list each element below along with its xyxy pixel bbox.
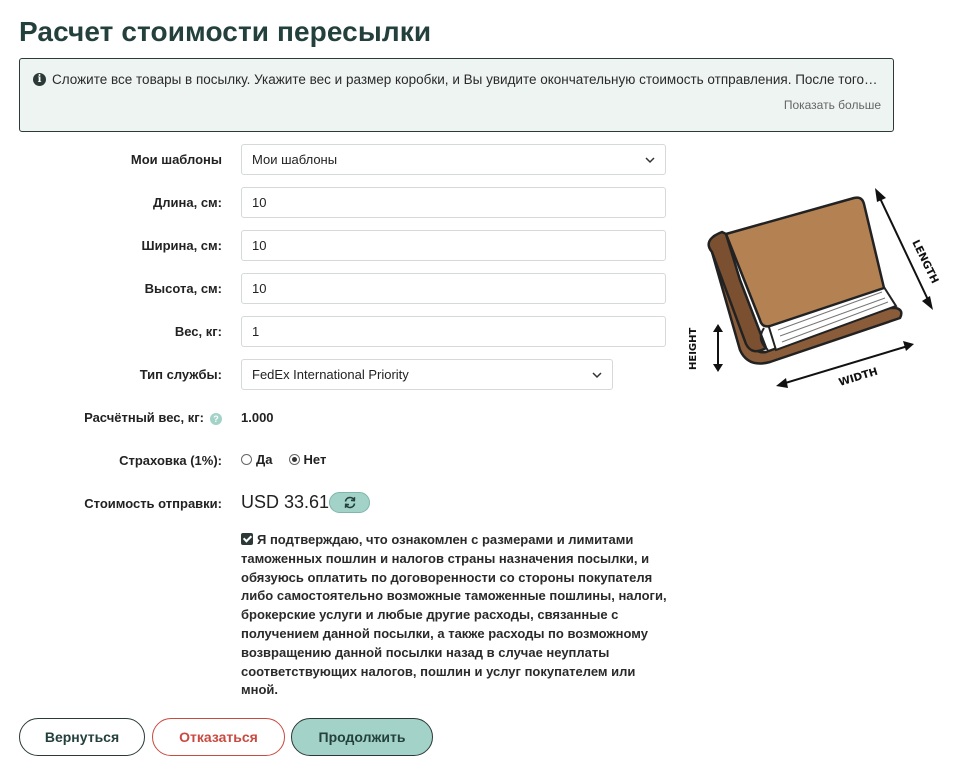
templates-label: Мои шаблоны: [130, 152, 222, 167]
cancel-button[interactable]: Отказаться: [152, 718, 285, 756]
calc-weight-label-text: Расчётный вес, кг:: [84, 410, 204, 425]
templates-select[interactable]: Мои шаблоны: [241, 144, 666, 175]
templates-select-value: Мои шаблоны: [252, 152, 338, 167]
info-icon: i: [33, 73, 46, 86]
back-button[interactable]: Вернуться: [19, 718, 145, 756]
calc-weight-label: Расчётный вес, кг:?: [18, 410, 222, 425]
calc-weight-value: 1.000: [241, 410, 274, 425]
refresh-button[interactable]: [329, 492, 371, 513]
service-select-value: FedEx International Priority: [252, 367, 409, 382]
width-input[interactable]: 10: [241, 230, 666, 261]
show-more-link[interactable]: Показать больше: [784, 98, 881, 112]
service-label: Тип службы:: [139, 367, 222, 382]
height-label: Высота, см:: [144, 281, 222, 296]
length-input[interactable]: 10: [241, 187, 666, 218]
service-select[interactable]: FedEx International Priority: [241, 359, 613, 390]
weight-input[interactable]: 1: [241, 316, 666, 347]
cost-value: USD 33.61: [241, 492, 330, 512]
continue-button[interactable]: Продолжить: [291, 718, 433, 756]
height-input[interactable]: 10: [241, 273, 666, 304]
confirm-block: Я подтверждаю, что ознакомлен с размерам…: [241, 531, 671, 700]
length-label: Длина, см:: [153, 195, 222, 210]
width-axis-label: WIDTH: [837, 366, 879, 389]
weight-label: Вес, кг:: [174, 324, 222, 339]
refresh-icon: [344, 496, 355, 509]
insurance-no-radio[interactable]: [288, 454, 300, 465]
confirm-text[interactable]: Я подтверждаю, что ознакомлен с размерам…: [241, 532, 667, 697]
length-axis-label: LENGTH: [909, 238, 940, 286]
height-axis-label: HEIGHT: [688, 328, 699, 370]
cost-label: Стоимость отправки:: [84, 496, 222, 511]
chevron-down-icon: [592, 371, 602, 378]
insurance-yes-label[interactable]: Да: [256, 452, 273, 467]
info-text: Сложите все товары в посылку. Укажите ве…: [52, 72, 878, 87]
chevron-down-icon: [645, 156, 655, 163]
page-title: Расчет стоимости пересылки: [19, 16, 432, 47]
book-dimensions-illustration: LENGTH WIDTH HEIGHT: [688, 188, 941, 389]
confirm-checkbox[interactable]: [241, 533, 253, 545]
insurance-yes-radio[interactable]: [241, 454, 252, 465]
insurance-label: Страховка (1%):: [119, 453, 222, 468]
info-panel: i Сложите все товары в посылку. Укажите …: [19, 58, 894, 132]
cost-row: USD 33.61: [241, 492, 371, 513]
insurance-radio-group: Да Нет: [241, 452, 342, 467]
width-label: Ширина, см:: [141, 238, 222, 253]
insurance-no-label[interactable]: Нет: [304, 452, 327, 467]
help-icon[interactable]: ?: [210, 413, 222, 425]
